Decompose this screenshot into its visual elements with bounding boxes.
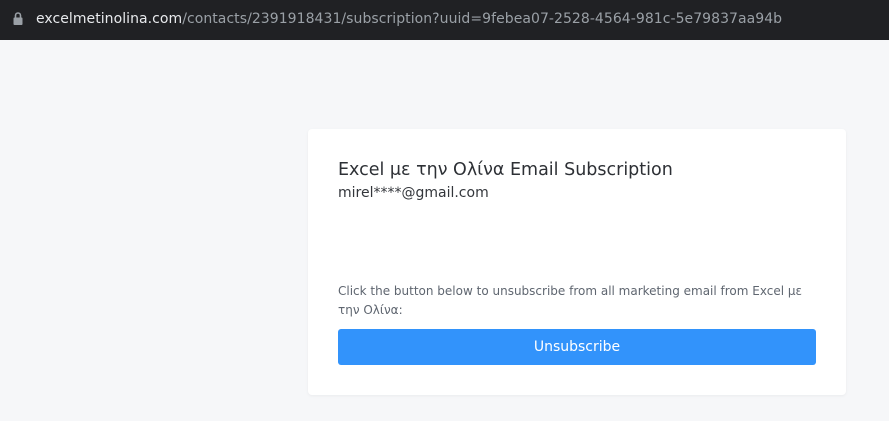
subscription-card: Excel με την Ολίνα Email Subscription mi… xyxy=(308,129,846,395)
page-content: Excel με την Ολίνα Email Subscription mi… xyxy=(0,40,889,421)
url-path: /contacts/2391918431/subscription?uuid=9… xyxy=(182,11,783,27)
page-title: Excel με την Ολίνα Email Subscription xyxy=(338,160,673,180)
unsubscribe-button[interactable]: Unsubscribe xyxy=(338,329,816,365)
url-text[interactable]: excelmetinolina.com/contacts/2391918431/… xyxy=(36,11,782,27)
address-bar[interactable]: excelmetinolina.com/contacts/2391918431/… xyxy=(0,0,889,40)
url-host: excelmetinolina.com xyxy=(36,11,183,27)
unsubscribe-instructions: Click the button below to unsubscribe fr… xyxy=(338,284,802,317)
lock-icon[interactable] xyxy=(13,11,23,26)
subscriber-email: mirel****@gmail.com xyxy=(338,185,489,201)
